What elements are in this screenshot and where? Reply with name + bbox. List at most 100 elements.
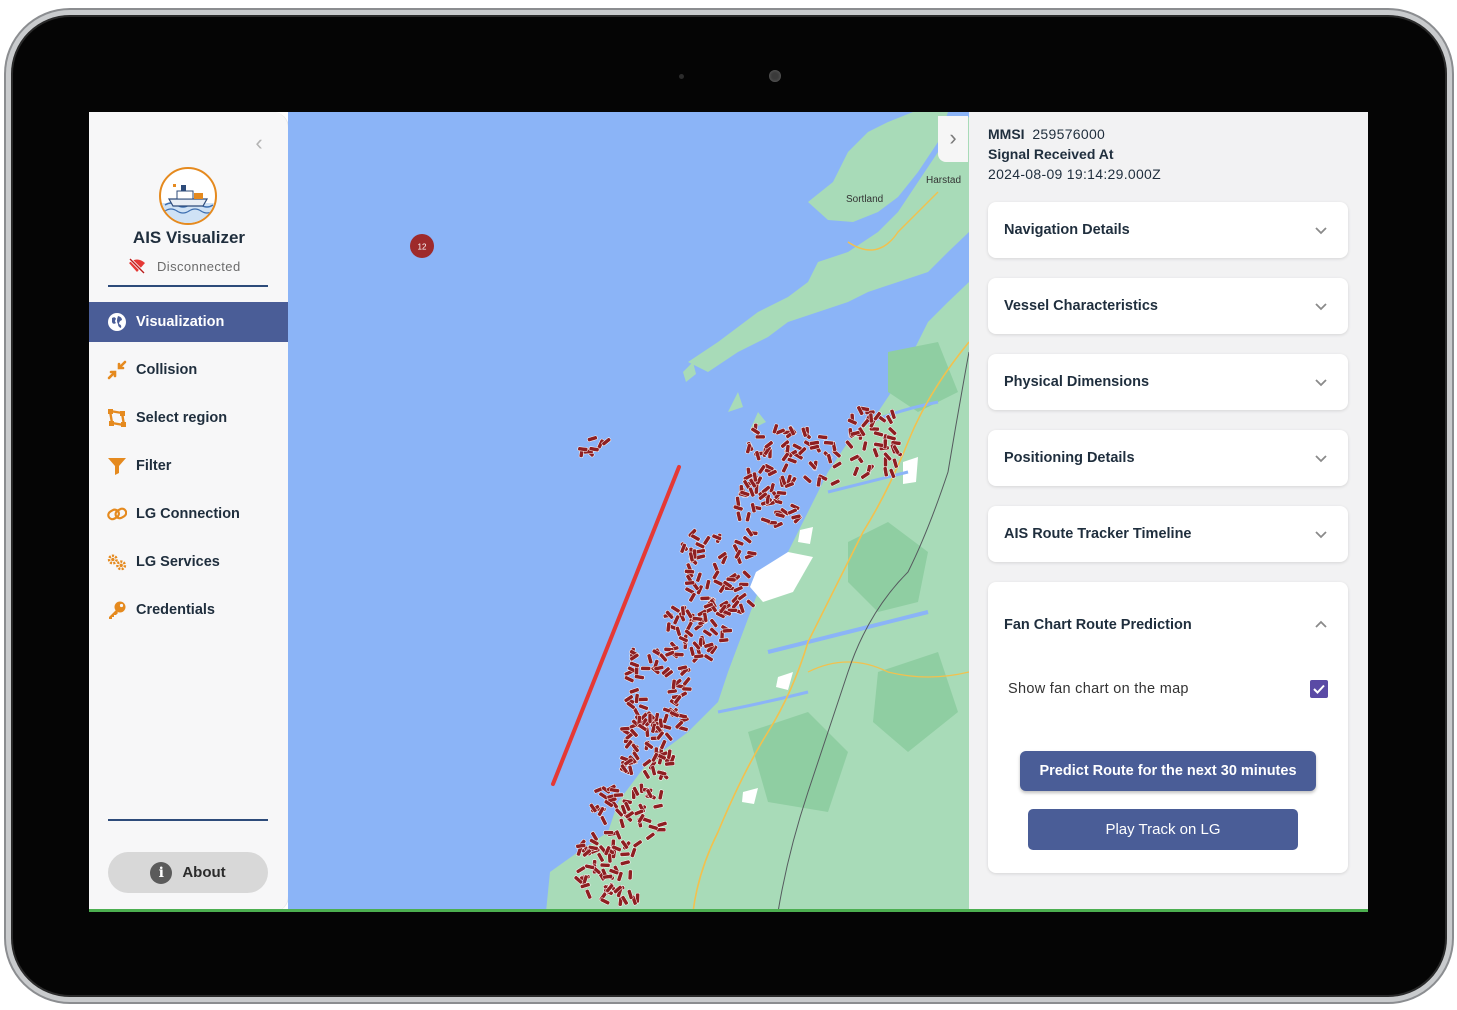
nav-label: Collision [136, 362, 198, 378]
vessel-marker[interactable] [755, 434, 766, 440]
vessel-marker[interactable] [684, 569, 695, 575]
vessel-marker[interactable] [671, 679, 677, 690]
connection-status: Disconnected [127, 257, 241, 275]
section-fan-chart-route-prediction: Fan Chart Route Prediction Show fan char… [988, 582, 1348, 873]
vessel-marker[interactable] [823, 440, 834, 446]
vessel-marker[interactable] [664, 761, 675, 767]
vessel-marker[interactable] [634, 693, 640, 704]
section-positioning-details[interactable]: Positioning Details [988, 430, 1348, 486]
nav-label: Filter [136, 458, 172, 474]
cluster-count: 12 [418, 243, 427, 252]
nav-item-collision[interactable]: Collision [89, 350, 289, 390]
sidebar: ‹ AIS Visualizer Disconnected Visualizat… [89, 112, 289, 912]
about-button[interactable]: i About [108, 852, 268, 893]
nav-label: Select region [136, 410, 228, 426]
select-region-icon [107, 408, 127, 428]
nav-label: Credentials [136, 602, 215, 618]
section-ais-route-tracker[interactable]: AIS Route Tracker Timeline [988, 506, 1348, 562]
link-icon [107, 504, 127, 524]
checkmark-icon [1313, 684, 1325, 694]
section-title: Navigation Details [1004, 222, 1130, 238]
vessel-marker[interactable] [637, 697, 649, 702]
vessel-marker[interactable] [627, 869, 633, 881]
key-icon [107, 600, 127, 620]
nav-label: Visualization [136, 314, 225, 330]
chevron-down-icon [1315, 455, 1327, 463]
vessel-marker[interactable] [699, 595, 711, 601]
map-label-harstad: Harstad [926, 175, 961, 186]
funnel-icon [107, 456, 127, 476]
app-title: AIS Visualizer [132, 228, 246, 247]
fan-chart-checkbox-label: Show fan chart on the map [1008, 681, 1189, 697]
vessel-marker[interactable] [868, 412, 874, 424]
vessel-details-panel: MMSI 259576000 Signal Received At 2024-0… [969, 112, 1368, 912]
chevron-down-icon [1315, 303, 1327, 311]
section-title: Physical Dimensions [1004, 374, 1150, 390]
app-screen: ‹ AIS Visualizer Disconnected Visualizat… [89, 112, 1368, 912]
vessel-marker[interactable] [725, 576, 737, 583]
vessel-marker[interactable] [680, 605, 686, 617]
sidebar-nav: Visualization Collision Select region Fi… [89, 302, 289, 638]
vessel-marker[interactable] [647, 713, 653, 724]
vessel-marker[interactable] [693, 653, 705, 659]
vessel-marker[interactable] [718, 637, 730, 643]
section-title: AIS Route Tracker Timeline [1004, 526, 1192, 542]
nav-label: LG Services [136, 554, 220, 570]
chevron-down-icon [1315, 227, 1327, 235]
signal-label: Signal Received At [988, 146, 1114, 162]
section-vessel-characteristics[interactable]: Vessel Characteristics [988, 278, 1348, 334]
sidebar-divider-top [108, 285, 268, 287]
mmsi-label: MMSI [988, 126, 1025, 142]
gears-icon [107, 552, 127, 572]
vessel-marker[interactable] [684, 580, 695, 586]
nav-label: LG Connection [136, 506, 240, 522]
vessel-marker[interactable] [613, 792, 624, 798]
map-view[interactable]: 12 Sortland Harstad [288, 112, 969, 912]
collision-arrows-icon [107, 360, 127, 380]
vessel-info: MMSI 259576000 Signal Received At 2024-0… [988, 124, 1161, 184]
status-text: Disconnected [157, 258, 241, 274]
camera-lens [769, 70, 781, 82]
chevron-down-icon [1315, 379, 1327, 387]
vessel-marker[interactable] [776, 490, 787, 496]
fan-chart-header[interactable]: Fan Chart Route Prediction [988, 582, 1348, 668]
section-title: Vessel Characteristics [1004, 298, 1158, 314]
globe-icon [107, 312, 127, 332]
nav-item-select-region[interactable]: Select region [89, 398, 289, 438]
nav-item-lg-connection[interactable]: LG Connection [89, 494, 289, 534]
chevron-down-icon [1315, 531, 1327, 539]
vessel-marker[interactable] [619, 851, 631, 857]
signal-value: 2024-08-09 19:14:29.000Z [988, 166, 1161, 182]
vessel-marker[interactable] [599, 862, 611, 868]
section-title: Fan Chart Route Prediction [1004, 617, 1192, 633]
vessel-marker[interactable] [817, 434, 828, 440]
vessel-marker[interactable] [665, 621, 672, 633]
vessel-marker[interactable] [577, 446, 589, 452]
nav-item-visualization[interactable]: Visualization [89, 302, 289, 342]
nav-item-lg-services[interactable]: LG Services [89, 542, 289, 582]
fan-chart-checkbox[interactable] [1310, 680, 1328, 698]
map-label-sortland: Sortland [846, 194, 883, 205]
fan-chart-toggle-row: Show fan chart on the map [1008, 680, 1328, 698]
chevron-up-icon [1315, 620, 1327, 628]
vessel-marker[interactable] [640, 666, 651, 671]
predict-route-button[interactable]: Predict Route for the next 30 minutes [1020, 751, 1316, 791]
app-logo [159, 167, 217, 225]
collapse-sidebar-chevron-icon[interactable]: ‹ [249, 132, 269, 154]
about-label: About [182, 864, 226, 881]
bottom-accent-strip [89, 909, 1368, 912]
section-navigation-details[interactable]: Navigation Details [988, 202, 1348, 258]
vessel-marker[interactable] [681, 686, 693, 692]
vessel-marker[interactable] [673, 651, 685, 658]
nav-item-credentials[interactable]: Credentials [89, 590, 289, 630]
vessel-marker[interactable] [722, 628, 733, 634]
section-physical-dimensions[interactable]: Physical Dimensions [988, 354, 1348, 410]
expand-panel-chevron-icon[interactable]: › [938, 116, 968, 162]
sidebar-divider-bottom [108, 819, 268, 821]
nav-item-filter[interactable]: Filter [89, 446, 289, 486]
vessel-marker[interactable] [619, 726, 631, 732]
play-track-lg-button[interactable]: Play Track on LG [1028, 809, 1298, 850]
wifi-off-icon [127, 257, 147, 275]
camera-sensor [679, 74, 684, 79]
vessel-marker[interactable] [603, 830, 614, 835]
